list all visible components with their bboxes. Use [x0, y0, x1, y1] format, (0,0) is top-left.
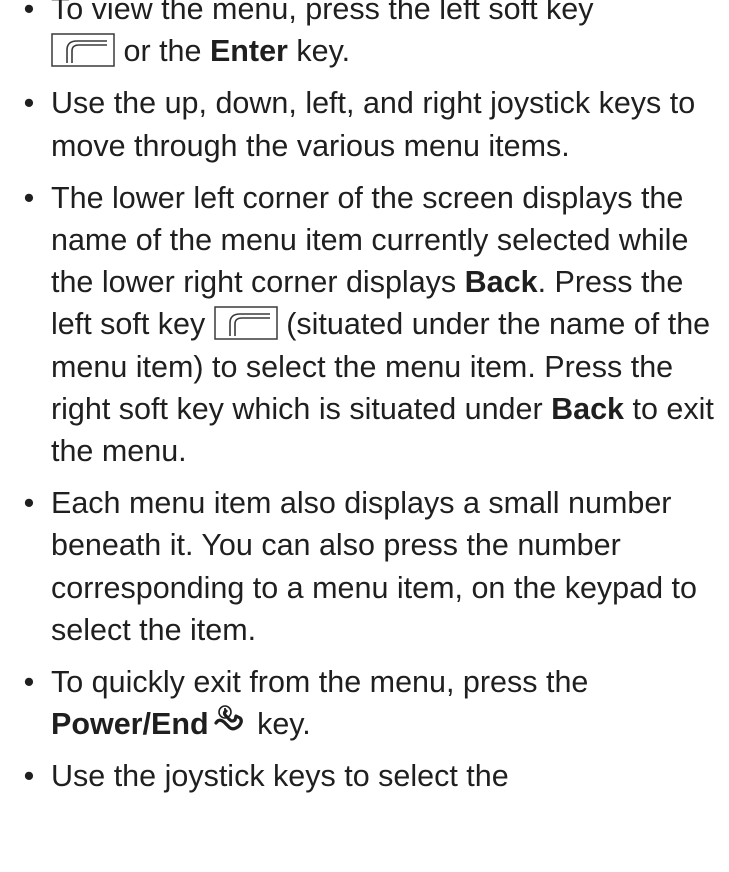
- item-text: Each menu item also displays a small num…: [51, 486, 697, 647]
- list-item-lower-corners: • The lower left corner of the screen di…: [22, 177, 722, 472]
- left-soft-key-icon: [214, 306, 278, 341]
- bullet: •: [23, 665, 35, 700]
- back-label: Back: [551, 391, 625, 426]
- instruction-list: • To view the menu, press the left soft …: [22, 0, 722, 808]
- left-soft-key-icon: [51, 33, 115, 67]
- list-item-joystick-keys: • Use the up, down, left, and right joys…: [22, 82, 722, 166]
- bullet: •: [23, 86, 35, 121]
- item-text: Use the up, down, left, and right joysti…: [51, 86, 696, 163]
- item-text: or the: [123, 34, 210, 69]
- list-item-select: • Use the joystick keys to select the: [22, 755, 722, 797]
- list-item-menu-numbers: • Each menu item also displays a small n…: [22, 482, 722, 651]
- enter-key-label: Enter: [209, 34, 288, 69]
- item-text: To quickly exit from the menu, press the: [51, 665, 589, 700]
- power-end-key-icon: [209, 704, 249, 736]
- power-end-key-label: Power/End: [51, 707, 209, 742]
- item-text: key.: [248, 707, 311, 742]
- item-text: Use the joystick keys to select the: [51, 759, 509, 794]
- list-item-view-menu: • To view the menu, press the left soft …: [22, 0, 722, 72]
- bullet: •: [23, 180, 35, 215]
- list-item-quick-exit: • To quickly exit from the menu, press t…: [22, 661, 722, 745]
- item-text: To view the menu, press the left soft ke…: [51, 0, 594, 26]
- back-label: Back: [464, 265, 538, 300]
- bullet: •: [23, 759, 35, 794]
- item-text: key.: [287, 34, 351, 69]
- bullet: •: [23, 0, 35, 26]
- manual-page: • To view the menu, press the left soft …: [0, 0, 729, 872]
- bullet: •: [23, 486, 35, 521]
